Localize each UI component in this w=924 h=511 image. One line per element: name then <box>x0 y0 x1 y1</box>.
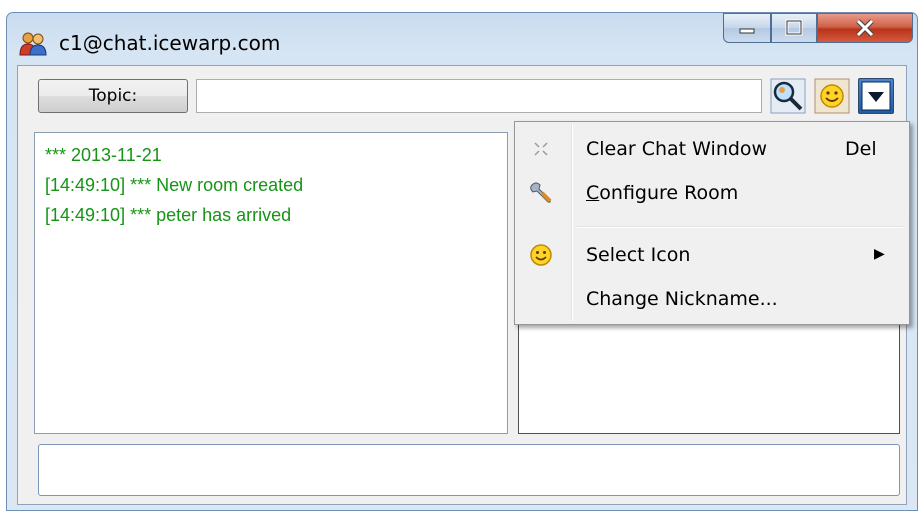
menu-item-label: Configure Room <box>586 182 738 204</box>
menu-separator <box>577 226 903 228</box>
menu-item-clear-chat[interactable]: Clear Chat Window Del <box>518 130 906 168</box>
menu-item-label: Clear Chat Window <box>586 138 768 160</box>
menu-item-label: Select Icon <box>586 244 691 266</box>
smiley-icon <box>530 244 552 266</box>
dropdown-arrow-icon <box>861 81 891 111</box>
menu-item-configure-room[interactable]: Configure Room <box>518 174 906 212</box>
menu-dropdown-button[interactable] <box>858 78 894 114</box>
close-button[interactable] <box>817 13 913 43</box>
minimize-button[interactable] <box>723 13 771 43</box>
search-users-button[interactable] <box>770 78 806 114</box>
menu-item-label: Change Nickname... <box>586 288 778 310</box>
minimize-icon <box>739 28 755 34</box>
wrench-icon <box>530 182 552 203</box>
chat-log[interactable]: *** 2013-11-21 [14:49:10] *** New room c… <box>34 132 508 434</box>
search-users-icon <box>770 78 806 114</box>
log-line: [14:49:10] *** peter has arrived <box>45 205 292 225</box>
menu-item-mnemonic: C <box>586 182 600 204</box>
submenu-arrow-icon: ▶ <box>874 246 885 262</box>
clear-icon <box>534 142 548 156</box>
maximize-button[interactable] <box>771 13 817 43</box>
topic-button[interactable]: Topic: <box>38 79 188 113</box>
menu-item-change-nickname[interactable]: Change Nickname... <box>518 280 906 318</box>
context-menu: Clear Chat Window Del Configure Room Sel… <box>514 121 910 325</box>
smiley-icon <box>814 78 850 114</box>
log-line: *** 2013-11-21 <box>45 145 162 165</box>
users-icon <box>19 32 47 56</box>
topic-input[interactable] <box>196 79 762 113</box>
maximize-icon <box>785 19 803 36</box>
emoticon-button[interactable] <box>814 78 850 114</box>
menu-item-select-icon[interactable]: Select Icon ▶ <box>518 236 906 274</box>
log-line: [14:49:10] *** New room created <box>45 175 304 195</box>
menu-item-label-rest: onfigure Room <box>599 182 739 204</box>
title-bar[interactable]: c1@chat.icewarp.com <box>7 13 917 65</box>
window-title: c1@chat.icewarp.com <box>59 31 281 55</box>
menu-item-shortcut: Del <box>845 138 877 160</box>
close-icon <box>856 19 874 37</box>
message-input[interactable] <box>38 444 900 496</box>
